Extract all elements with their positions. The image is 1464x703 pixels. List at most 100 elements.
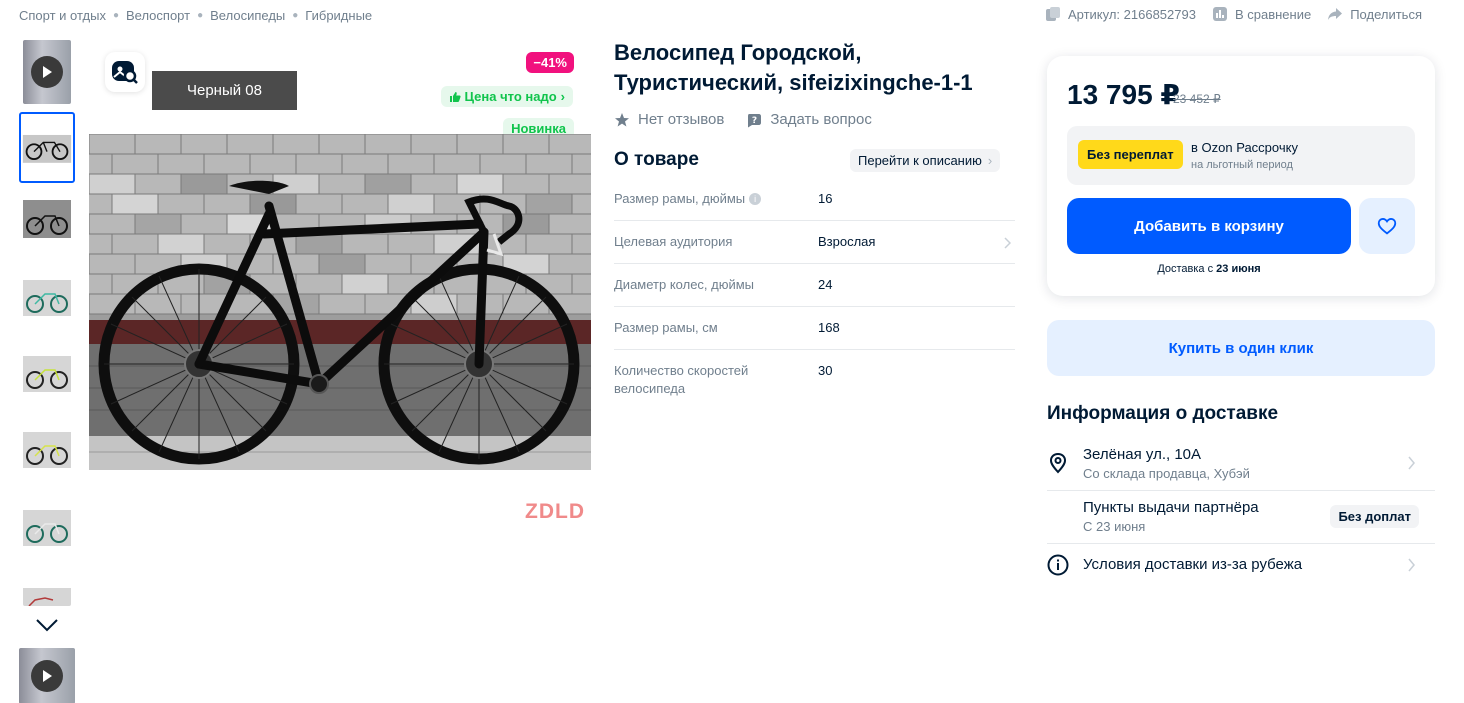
old-price: 23 452 ₽	[1173, 92, 1221, 106]
find-similar-button[interactable]	[105, 52, 145, 92]
ask-label: Задать вопрос	[770, 111, 872, 128]
compare-icon	[1212, 7, 1227, 21]
breadcrumb-separator: ●	[197, 10, 204, 21]
delivery-info-title: Информация о доставке	[1047, 403, 1279, 424]
abroad-delivery-label: Условия доставки из-за рубежа	[1083, 556, 1303, 573]
thumbnail-image[interactable]	[23, 420, 71, 480]
about-title: О товаре	[614, 149, 699, 170]
delivery-date-value: 23 июня	[1216, 263, 1261, 275]
spec-name: Целевая аудитория	[614, 234, 733, 249]
installment-title: в Ozon Рассрочку	[1191, 140, 1298, 155]
main-product-image[interactable]	[89, 134, 591, 470]
bike-thumbnail-icon	[23, 420, 71, 480]
thumbnail-image[interactable]	[23, 344, 71, 404]
sku-copy[interactable]: Артикул: 2166852793	[1045, 6, 1196, 22]
spec-name: Диаметр колес, дюймы	[614, 277, 755, 292]
chevron-right-icon	[1408, 456, 1415, 470]
no-extra-fee-badge: Без доплат	[1330, 505, 1419, 528]
price-card: 13 795 ₽ 23 452 ₽ Без переплат в Ozon Ра…	[1047, 56, 1435, 296]
bike-thumbnail-icon	[23, 344, 71, 404]
favorite-button[interactable]	[1359, 198, 1415, 254]
ask-question-link[interactable]: ? Задать вопрос	[746, 111, 872, 128]
thumbnail-image[interactable]	[23, 498, 71, 558]
spec-name: Количество скоростей велосипеда	[614, 363, 749, 396]
spec-row: Размер рамы, см 168	[614, 307, 1015, 350]
breadcrumb-item-hybrid[interactable]: Гибридные	[305, 8, 372, 23]
share-icon	[1328, 8, 1343, 20]
price-deal-tag[interactable]: Цена что надо ›	[440, 86, 573, 107]
spec-row: Диаметр колес, дюймы 24	[614, 264, 1015, 307]
thumbnail-image[interactable]	[23, 190, 71, 250]
installment-subtitle: на льготный период	[1191, 159, 1293, 171]
deal-tag-label: Цена что надо	[464, 89, 557, 104]
abroad-delivery-row[interactable]: Условия доставки из-за рубежа	[1047, 544, 1435, 586]
reviews-link[interactable]: Нет отзывов	[614, 111, 724, 128]
spec-value: 168	[818, 320, 840, 335]
chevron-right-icon: ›	[560, 89, 565, 104]
bike-thumbnail-icon	[23, 498, 71, 558]
spec-name: Размер рамы, дюймы	[614, 191, 746, 206]
bicycle-photo-icon	[89, 134, 591, 470]
product-meta: Нет отзывов ? Задать вопрос	[614, 111, 872, 128]
thumbnail-image[interactable]	[23, 576, 71, 606]
thumbnail-video[interactable]	[19, 648, 75, 703]
current-price: 13 795 ₽	[1067, 79, 1180, 110]
breadcrumb-item-sport[interactable]: Спорт и отдых	[19, 8, 106, 23]
compare-label: В сравнение	[1234, 6, 1312, 22]
breadcrumb-item-cycling[interactable]: Велоспорт	[126, 8, 190, 23]
spec-row: Количество скоростей велосипеда 30	[614, 350, 1015, 410]
share-button[interactable]: Поделиться	[1327, 6, 1422, 22]
thumbnail-image[interactable]	[23, 268, 71, 328]
thumbnail-image[interactable]	[19, 112, 75, 183]
spec-value: 24	[818, 277, 833, 292]
add-to-cart-button[interactable]: Добавить в корзину	[1067, 198, 1351, 254]
bike-thumbnail-icon	[23, 268, 71, 328]
delivery-prefix: Доставка с	[1157, 263, 1214, 275]
thumbs-up-icon	[449, 91, 461, 102]
go-to-description-button[interactable]: Перейти к описанию ›	[850, 149, 1001, 172]
copy-icon	[1045, 7, 1060, 21]
delivery-date: Доставка с 23 июня	[1067, 263, 1351, 275]
spec-name: Размер рамы, см	[614, 320, 718, 335]
specs-table: Размер рамы, дюймы i 16 Целевая аудитория…	[614, 178, 1015, 410]
breadcrumb-item-bicycles[interactable]: Велосипеды	[210, 8, 285, 23]
spec-value: Взрослая	[818, 234, 876, 249]
spec-value: 16	[818, 191, 833, 206]
question-bubble-icon: ?	[748, 113, 762, 127]
delivery-address-row[interactable]: Зелёная ул., 10А Со склада продавца, Хуб…	[1047, 438, 1435, 491]
share-label: Поделиться	[1350, 6, 1422, 22]
delivery-address: Зелёная ул., 10А	[1083, 446, 1202, 463]
location-pin-icon	[1049, 452, 1067, 474]
installment-offer[interactable]: Без переплат в Ozon Рассрочку на льготны…	[1067, 126, 1415, 185]
bike-thumbnail-icon	[23, 576, 71, 606]
reviews-label: Нет отзывов	[638, 111, 725, 128]
play-icon	[31, 660, 63, 692]
chevron-right-icon	[1004, 237, 1011, 249]
breadcrumb-separator: ●	[112, 10, 119, 21]
buy-one-click-button[interactable]: Купить в один клик	[1047, 320, 1435, 376]
product-title: Велосипед Городской, Туристический, sife…	[614, 40, 973, 95]
brand-logo: ZDLD	[525, 500, 585, 523]
pickup-points-date: С 23 июня	[1083, 519, 1146, 534]
go-to-description-label: Перейти к описанию	[858, 153, 982, 168]
delivery-address-sub: Со склада продавца, Хубэй	[1083, 466, 1250, 481]
breadcrumb: Спорт и отдых ● Велоспорт ● Велосипеды ●…	[19, 8, 372, 23]
chevron-right-icon	[1408, 558, 1415, 572]
info-icon[interactable]: i	[749, 193, 762, 205]
thumbnail-video[interactable]	[23, 40, 71, 104]
play-icon	[31, 56, 63, 88]
chevron-right-icon: ›	[987, 153, 993, 168]
product-gallery: Черный 08 −41% Цена что надо › Новинка Z…	[89, 40, 591, 540]
chevron-down-icon[interactable]	[34, 616, 60, 634]
pickup-points-label: Пункты выдачи партнёра	[1083, 499, 1259, 516]
spec-value: 30	[818, 363, 833, 378]
spec-row: Размер рамы, дюймы i 16	[614, 178, 1015, 221]
compare-button[interactable]: В сравнение	[1212, 6, 1311, 22]
breadcrumb-separator: ●	[292, 10, 299, 21]
spec-row[interactable]: Целевая аудитория Взрослая	[614, 221, 1015, 264]
pickup-points-row[interactable]: Пункты выдачи партнёра С 23 июня Без доп…	[1047, 491, 1435, 544]
color-tooltip: Черный 08	[152, 71, 297, 110]
image-search-icon	[112, 61, 138, 84]
installment-badge: Без переплат	[1078, 140, 1183, 169]
info-circle-icon	[1047, 554, 1069, 576]
